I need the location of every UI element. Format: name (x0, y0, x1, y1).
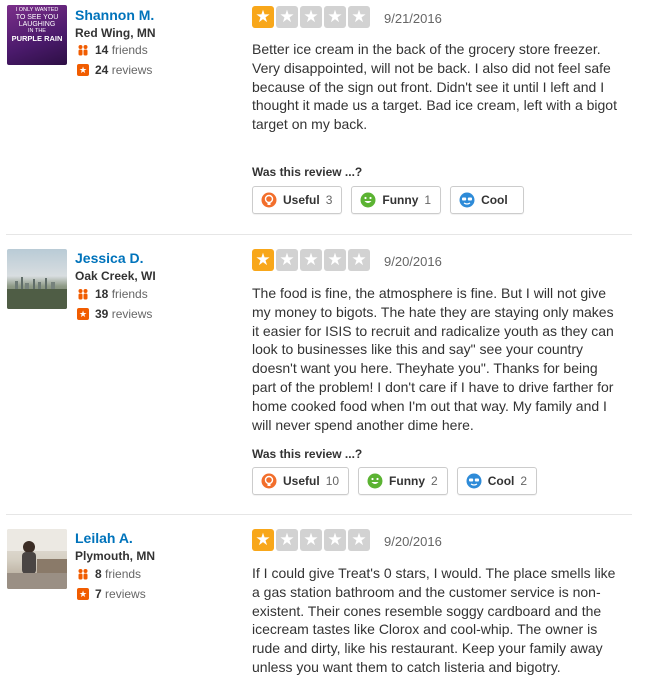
review-date: 9/20/2016 (384, 534, 442, 549)
user-location: Plymouth, MN (75, 549, 155, 563)
friend-count: 18 friends (77, 287, 148, 301)
star-icon: ★ (300, 6, 322, 28)
friends-icon (78, 569, 88, 580)
friend-count: 8 friends (77, 567, 141, 581)
review-count: ★ 39 reviews (77, 307, 153, 321)
star-icon: ★ (300, 529, 322, 551)
review-text: Better ice cream in the back of the groc… (252, 41, 617, 133)
vote-buttons: Useful 3 Funny 1 Cool (252, 186, 524, 214)
user-name[interactable]: Leilah A. (75, 530, 133, 546)
star-icon: ★ (252, 529, 274, 551)
funny-button[interactable]: Funny 2 (358, 467, 448, 495)
avatar[interactable]: I ONLY WANTED TO SEE YOU LAUGHING IN THE… (7, 5, 67, 65)
user-name[interactable]: Shannon M. (75, 7, 154, 23)
review-date: 9/20/2016 (384, 254, 442, 269)
star-badge-icon: ★ (77, 588, 89, 600)
user-name[interactable]: Jessica D. (75, 250, 144, 266)
star-rating: ★ ★ ★ ★ ★ (252, 529, 370, 551)
vote-prompt: Was this review ...? (252, 447, 363, 461)
avatar-text: PURPLE RAIN (11, 34, 63, 43)
avatar[interactable] (7, 529, 67, 589)
avatar-text: LAUGHING (18, 21, 56, 28)
funny-button[interactable]: Funny 1 (351, 186, 442, 214)
user-location: Red Wing, MN (75, 26, 156, 40)
avatar-text: TO SEE YOU (15, 14, 59, 21)
lightbulb-icon (261, 473, 277, 489)
star-badge-icon: ★ (77, 308, 89, 320)
divider (6, 514, 632, 515)
star-icon: ★ (324, 249, 346, 271)
friend-count: 14 friends (77, 43, 148, 57)
star-icon: ★ (252, 249, 274, 271)
vote-buttons: Useful 10 Funny 2 Cool 2 (252, 467, 538, 495)
star-icon: ★ (348, 6, 370, 28)
star-icon: ★ (252, 6, 274, 28)
user-location: Oak Creek, WI (75, 269, 156, 283)
star-icon: ★ (276, 249, 298, 271)
star-icon: ★ (348, 249, 370, 271)
review: Leilah A. Plymouth, MN 8 friends ★ 7 rev… (0, 520, 632, 682)
person-photo (7, 529, 67, 589)
review-count: ★ 7 reviews (77, 587, 146, 601)
star-icon: ★ (276, 529, 298, 551)
review: I ONLY WANTED TO SEE YOU LAUGHING IN THE… (0, 0, 632, 234)
cool-button[interactable]: Cool 2 (456, 467, 538, 495)
star-icon: ★ (324, 529, 346, 551)
star-icon: ★ (324, 6, 346, 28)
review-text: The food is fine, the atmosphere is fine… (252, 285, 614, 433)
smile-icon (360, 192, 376, 208)
divider (6, 234, 632, 235)
star-rating: ★ ★ ★ ★ ★ (252, 249, 370, 271)
star-icon: ★ (300, 249, 322, 271)
skyline-image (7, 277, 67, 309)
sunglasses-icon (466, 473, 482, 489)
star-badge-icon: ★ (77, 64, 89, 76)
cool-button[interactable]: Cool (450, 186, 524, 214)
smile-icon (367, 473, 383, 489)
sunglasses-icon (459, 192, 475, 208)
friends-icon (78, 45, 88, 56)
star-rating: ★ ★ ★ ★ ★ (252, 6, 370, 28)
friends-icon (78, 289, 88, 300)
star-icon: ★ (348, 529, 370, 551)
review-date: 9/21/2016 (384, 11, 442, 26)
review-count: ★ 24 reviews (77, 63, 153, 77)
review-text: If I could give Treat's 0 stars, I would… (252, 565, 616, 675)
lightbulb-icon (261, 192, 277, 208)
review: Jessica D. Oak Creek, WI 18 friends ★ 39… (0, 240, 632, 514)
vote-prompt: Was this review ...? (252, 165, 363, 179)
avatar-text: I ONLY WANTED (15, 7, 59, 13)
useful-button[interactable]: Useful 10 (252, 467, 350, 495)
useful-button[interactable]: Useful 3 (252, 186, 343, 214)
star-icon: ★ (276, 6, 298, 28)
avatar[interactable] (7, 249, 67, 309)
